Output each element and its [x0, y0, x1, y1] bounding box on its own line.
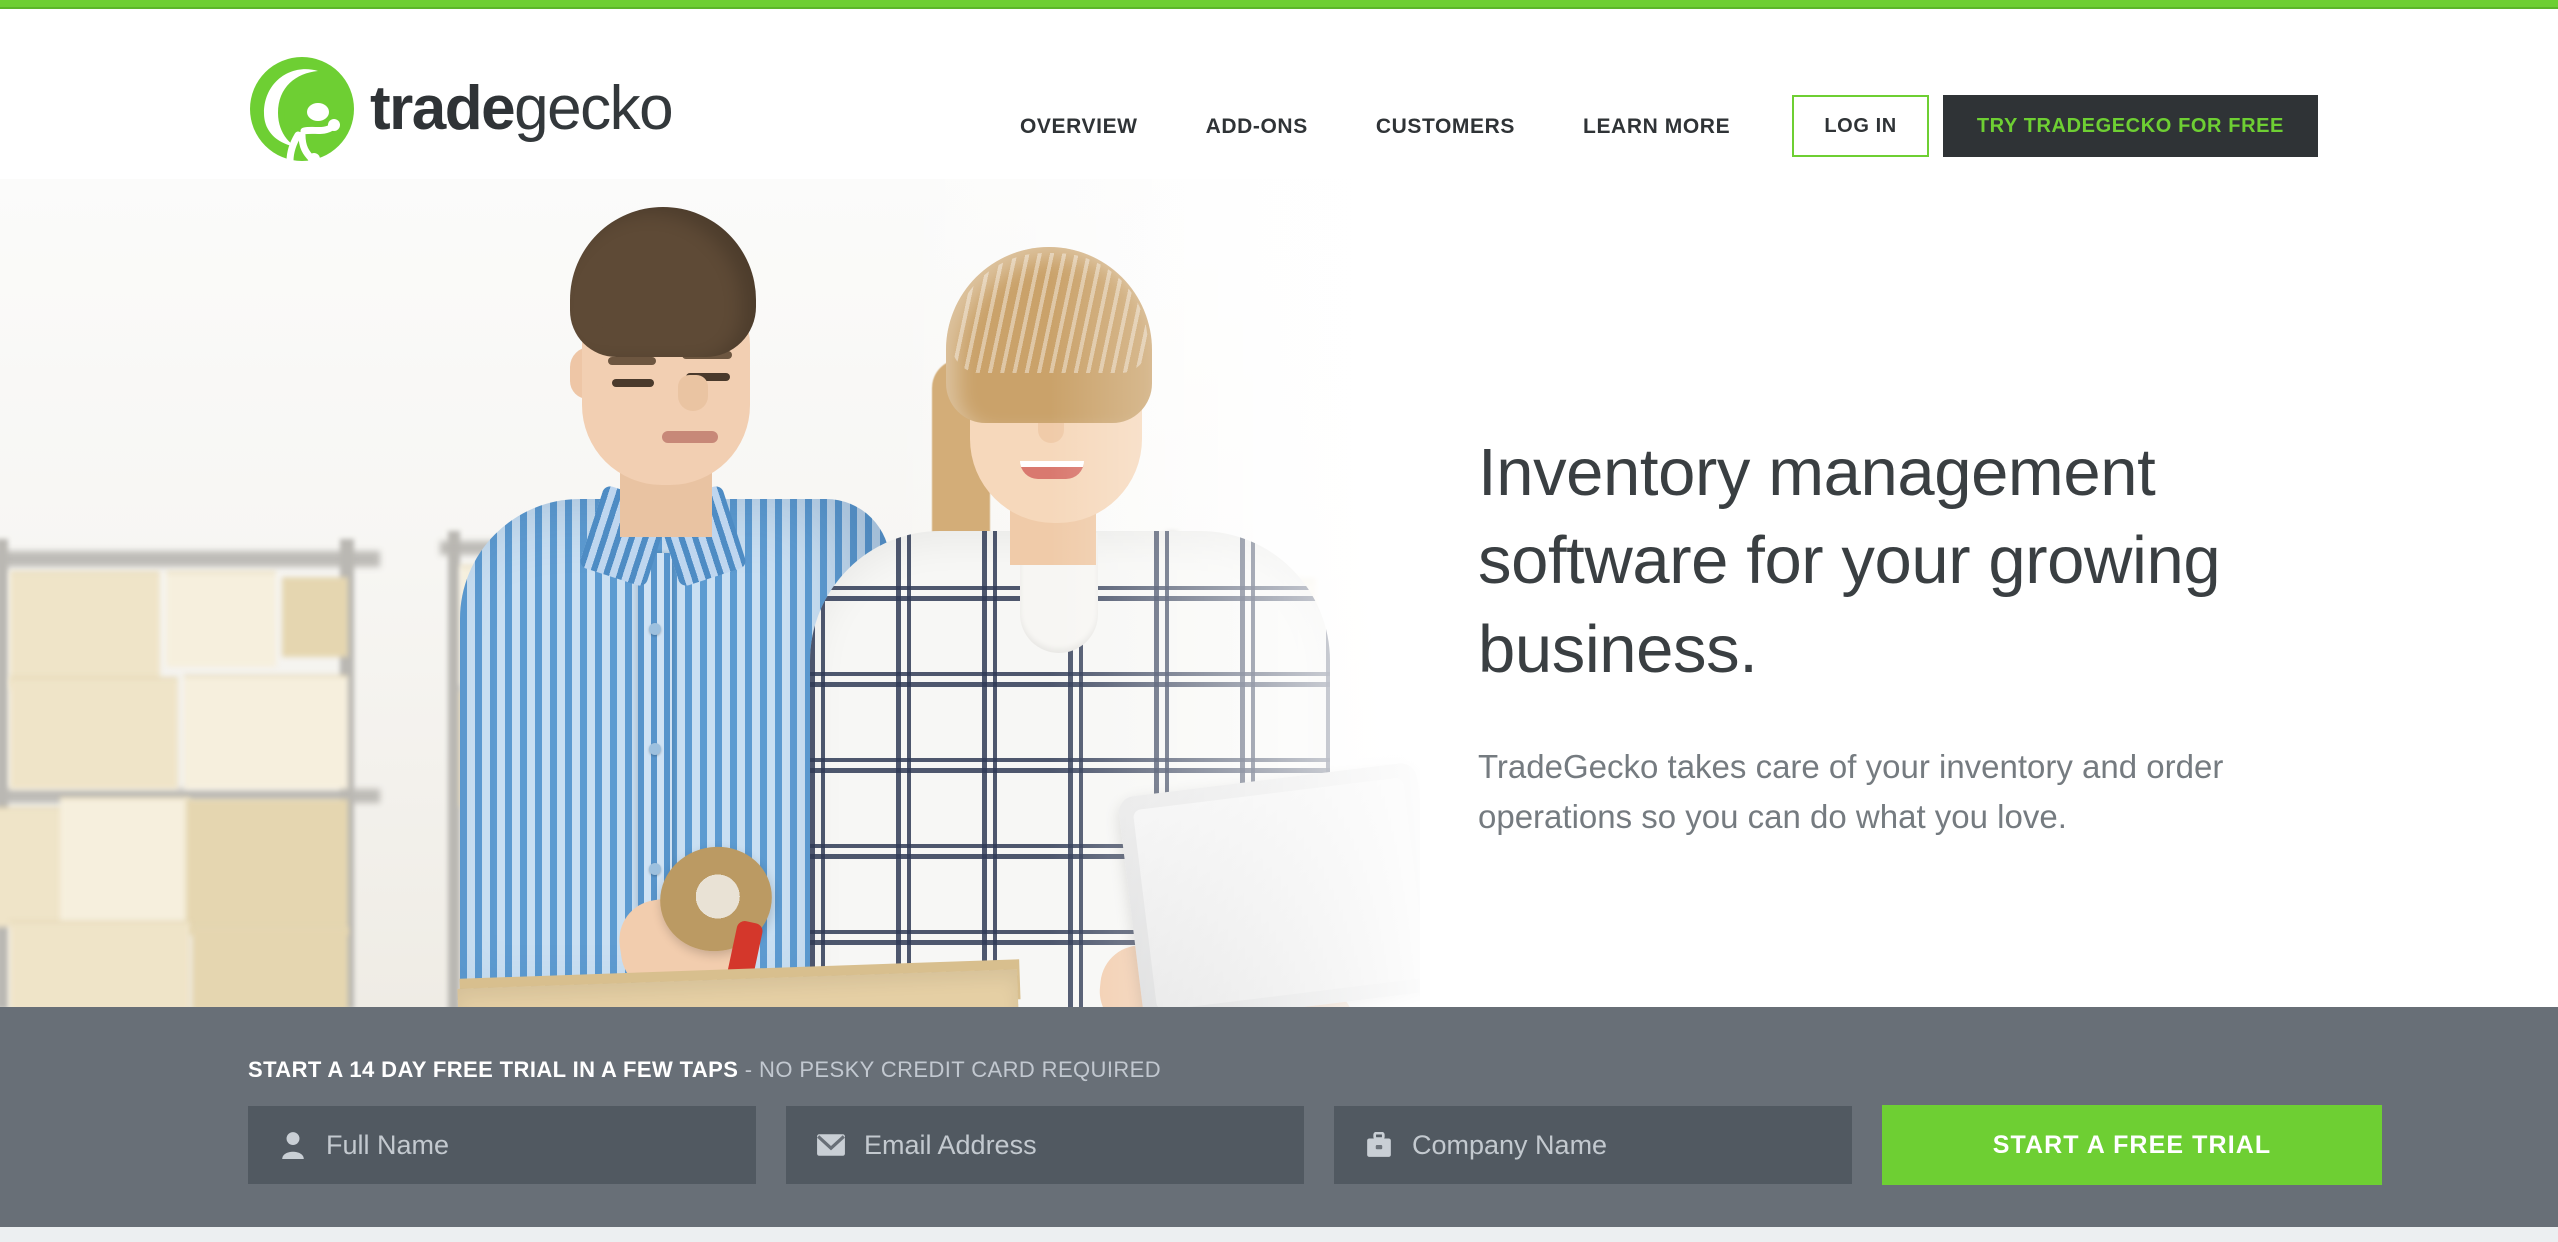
log-in-button[interactable]: LOG IN: [1792, 95, 1929, 157]
hero-photo: [0, 179, 1420, 1007]
email-field[interactable]: [786, 1106, 1304, 1184]
shirt-button: [649, 863, 661, 875]
site-header: tradegecko OVERVIEW ADD-ONS CUSTOMERS LE…: [0, 9, 2558, 179]
trial-tagline-light: - NO PESKY CREDIT CARD REQUIRED: [744, 1057, 1162, 1082]
cardboard-box: [282, 577, 348, 657]
hero-copy: Inventory management software for your g…: [1478, 429, 2378, 841]
cardboard-box: [192, 927, 348, 1007]
page-bottom-strip: [0, 1227, 2558, 1242]
company-input[interactable]: [1412, 1106, 1852, 1184]
trial-signup-form: START A FREE TRIAL: [248, 1105, 2382, 1185]
primary-navigation: OVERVIEW ADD-ONS CUSTOMERS LEARN MORE: [1020, 115, 1730, 139]
email-input[interactable]: [864, 1106, 1304, 1184]
cardboard-box: [60, 797, 190, 927]
nav-item-overview[interactable]: OVERVIEW: [1020, 115, 1138, 139]
cardboard-box: [10, 921, 190, 1007]
envelope-icon: [816, 1128, 846, 1162]
header-actions: LOG IN TRY TRADEGECKO FOR FREE: [1792, 95, 2318, 157]
hero-image-fade: [1050, 179, 1420, 1007]
man-nose: [678, 375, 708, 411]
shirt-button: [649, 743, 661, 755]
full-name-field[interactable]: [248, 1106, 756, 1184]
nav-item-add-ons[interactable]: ADD-ONS: [1206, 115, 1308, 139]
logo-word-gecko: gecko: [514, 74, 673, 143]
briefcase-icon: [1364, 1128, 1394, 1162]
person-icon: [278, 1128, 308, 1162]
shelf-rail: [0, 551, 380, 567]
trial-tagline: START A 14 DAY FREE TRIAL IN A FEW TAPS …: [248, 1057, 1161, 1083]
cardboard-box: [184, 675, 348, 789]
nav-item-learn-more[interactable]: LEARN MORE: [1583, 115, 1730, 139]
man-mouth: [662, 431, 718, 443]
cardboard-box: [186, 799, 348, 935]
company-field[interactable]: [1334, 1106, 1852, 1184]
shelf-post: [0, 539, 8, 1007]
top-accent-bar: [0, 0, 2558, 9]
cardboard-box: [10, 677, 178, 789]
gecko-circle-icon: [248, 55, 356, 165]
man-hair: [570, 207, 756, 357]
try-free-button[interactable]: TRY TRADEGECKO FOR FREE: [1942, 95, 2318, 157]
logo-wordmark: tradegecko: [370, 78, 674, 140]
nav-item-customers[interactable]: CUSTOMERS: [1376, 115, 1515, 139]
hero-section: Inventory management software for your g…: [0, 179, 2558, 1007]
hero-headline: Inventory management software for your g…: [1478, 435, 2221, 687]
start-free-trial-button[interactable]: START A FREE TRIAL: [1882, 1105, 2382, 1185]
cardboard-box: [166, 571, 276, 667]
trial-tagline-strong: START A 14 DAY FREE TRIAL IN A FEW TAPS: [248, 1057, 739, 1082]
full-name-input[interactable]: [326, 1106, 756, 1184]
trial-signup-bar: START A 14 DAY FREE TRIAL IN A FEW TAPS …: [0, 1007, 2558, 1227]
cardboard-box: [10, 571, 160, 689]
shirt-button: [649, 623, 661, 635]
man-eye-left: [612, 379, 654, 387]
logo-word-trade: trade: [370, 74, 516, 143]
hero-subheadline: TradeGecko takes care of your inventory …: [1478, 748, 2224, 835]
man-brow-left: [608, 357, 656, 365]
logo[interactable]: tradegecko: [248, 55, 674, 165]
shelf-post: [448, 531, 460, 1007]
